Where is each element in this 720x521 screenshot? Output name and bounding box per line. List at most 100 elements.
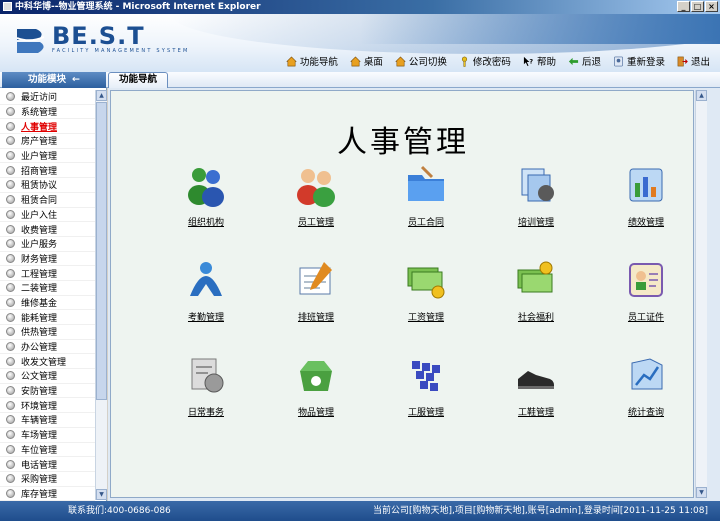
module-label[interactable]: 培训管理 [518,215,554,228]
sidebar-item[interactable]: 财务管理 [0,252,95,267]
page-title: 人事管理 [337,125,469,160]
bullet-icon [6,386,15,396]
toolbar-nav-button[interactable]: 功能导航 [286,54,338,68]
module-label[interactable]: 统计查询 [628,405,664,418]
module-schedule[interactable]: 排班管理 [261,258,371,353]
scroll-down-arrow-icon[interactable]: ▼ [696,487,707,498]
sidebar-item[interactable]: 公文管理 [0,369,95,384]
welfare-icon[interactable] [514,258,558,302]
module-label[interactable]: 工鞋管理 [518,405,554,418]
module-label[interactable]: 日常事务 [188,405,224,418]
sidebar-item[interactable]: 库存管理 [0,487,95,502]
statistics-icon[interactable] [624,353,668,397]
sidebar-item[interactable]: 环境管理 [0,398,95,414]
id-card-icon[interactable] [624,258,668,302]
sidebar-item-label: 财务管理 [21,254,58,265]
module-label[interactable]: 社会福利 [518,310,554,323]
module-label[interactable]: 绩效管理 [628,215,664,228]
toolbar-desktop-button[interactable]: 桌面 [350,54,383,68]
scroll-down-arrow-icon[interactable]: ▼ [96,489,107,500]
sidebar-item[interactable]: 车场管理 [0,428,95,443]
salary-icon[interactable] [404,258,448,302]
maximize-button[interactable]: □ [691,1,704,12]
sidebar-scrollbar[interactable]: ▲ ▼ [95,90,107,500]
sidebar-item[interactable]: 收费管理 [0,222,95,237]
module-training[interactable]: 培训管理 [481,163,591,258]
contract-folder-icon[interactable] [404,163,448,207]
close-button[interactable]: × [705,1,718,12]
module-welfare[interactable]: 社会福利 [481,258,591,353]
collapse-sidebar-icon[interactable]: ← [72,72,80,88]
sidebar-item[interactable]: 业户服务 [0,237,95,252]
module-statistics[interactable]: 统计查询 [591,353,701,448]
employee-icon[interactable] [294,163,338,207]
daily-affairs-icon[interactable] [184,353,228,397]
module-organization[interactable]: 组织机构 [151,163,261,258]
sidebar-item[interactable]: 收发文管理 [0,354,95,370]
sidebar-item[interactable]: 租赁协议 [0,178,95,193]
organization-icon[interactable] [184,163,228,207]
module-label[interactable]: 组织机构 [188,215,224,228]
module-label[interactable]: 员工管理 [298,215,334,228]
scroll-up-arrow-icon[interactable]: ▲ [696,90,707,101]
sidebar-item[interactable]: 车位管理 [0,443,95,458]
sidebar-item[interactable]: 工程管理 [0,266,95,281]
sidebar-item[interactable]: 电话管理 [0,457,95,472]
sidebar-item[interactable]: 招商管理 [0,163,95,179]
sidebar-item-label: 招商管理 [21,166,58,177]
sidebar-item[interactable]: 办公管理 [0,340,95,355]
sidebar-item[interactable]: 房产管理 [0,134,95,149]
minimize-button[interactable]: _ [677,1,690,12]
sidebar-item-label: 收费管理 [21,225,58,236]
module-daily-affairs[interactable]: 日常事务 [151,353,261,448]
sidebar-item[interactable]: 人事管理 [0,119,95,135]
module-contract-folder[interactable]: 员工合同 [371,163,481,258]
sidebar-item[interactable]: 能耗管理 [0,310,95,325]
module-label[interactable]: 考勤管理 [188,310,224,323]
toolbar-change-password-button[interactable]: 修改密码 [459,54,511,68]
sidebar-item[interactable]: 维修基金 [0,296,95,311]
performance-icon[interactable] [624,163,668,207]
sidebar-item[interactable]: 业户管理 [0,149,95,164]
sidebar-item[interactable]: 供热管理 [0,325,95,340]
sidebar-item[interactable]: 业户入住 [0,208,95,223]
toolbar-back-button[interactable]: 后退 [568,54,601,68]
sidebar-item[interactable]: 安防管理 [0,384,95,399]
module-salary[interactable]: 工资管理 [371,258,481,353]
module-uniform[interactable]: 工服管理 [371,353,481,448]
sidebar-item[interactable]: 二装管理 [0,281,95,296]
schedule-icon[interactable] [294,258,338,302]
module-label[interactable]: 物品管理 [298,405,334,418]
toolbar-help-button[interactable]: ? 帮助 [523,54,556,68]
tab-function-nav[interactable]: 功能导航 [108,72,169,88]
goods-icon[interactable] [294,353,338,397]
bullet-icon [6,209,15,219]
toolbar-switch-company-button[interactable]: 公司切换 [395,54,447,68]
scroll-up-arrow-icon[interactable]: ▲ [96,90,107,101]
sidebar-item[interactable]: 系统管理 [0,105,95,120]
sidebar-item[interactable]: 采购管理 [0,472,95,487]
module-grid: 组织机构 员工管理 员工合同 培训管理 绩效管理考勤管理 排班管理 工资管理 社会福利 员工证件… [151,163,681,448]
module-employee[interactable]: 员工管理 [261,163,371,258]
module-label[interactable]: 员工合同 [408,215,444,228]
attendance-icon[interactable] [184,258,228,302]
sidebar-item[interactable]: 最近访问 [0,90,95,105]
module-attendance[interactable]: 考勤管理 [151,258,261,353]
module-label[interactable]: 排班管理 [298,310,334,323]
toolbar-exit-button[interactable]: 退出 [677,54,710,68]
module-id-card[interactable]: 员工证件 [591,258,701,353]
module-label[interactable]: 工服管理 [408,405,444,418]
toolbar-relogin-button[interactable]: 重新登录 [613,54,665,68]
module-label[interactable]: 工资管理 [408,310,444,323]
shoes-icon[interactable] [514,353,558,397]
module-shoes[interactable]: 工鞋管理 [481,353,591,448]
uniform-icon[interactable] [404,353,448,397]
sidebar-item[interactable]: 租赁合同 [0,193,95,208]
training-icon[interactable] [514,163,558,207]
sidebar-item[interactable]: 车辆管理 [0,413,95,428]
module-goods[interactable]: 物品管理 [261,353,371,448]
main-scrollbar[interactable]: ▲ ▼ [695,90,707,498]
scroll-thumb[interactable] [96,102,107,400]
module-performance[interactable]: 绩效管理 [591,163,701,258]
module-label[interactable]: 员工证件 [628,310,664,323]
